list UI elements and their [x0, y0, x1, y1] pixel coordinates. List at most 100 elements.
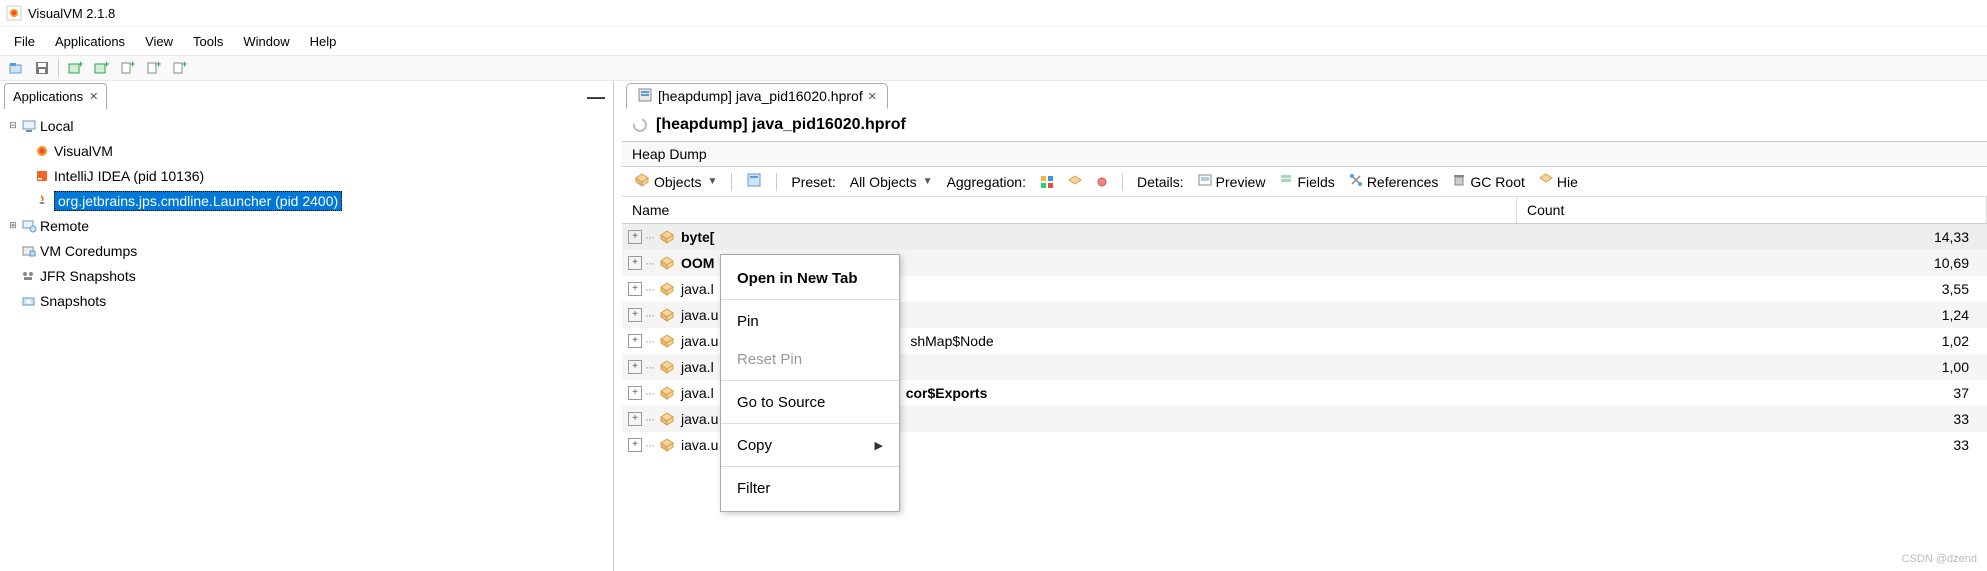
tab-heapdump[interactable]: [heapdump] java_pid16020.hprof ✕ [626, 83, 888, 109]
references-button[interactable]: References [1345, 171, 1443, 192]
expand-icon[interactable]: + [628, 230, 642, 244]
tree-remote[interactable]: ⊞ Remote [2, 213, 611, 238]
collapse-icon[interactable]: ⊟ [6, 119, 20, 133]
tree-visualvm[interactable]: VisualVM [2, 138, 611, 163]
snapshots-icon [20, 293, 38, 309]
aggregation-label: Aggregation: [943, 172, 1030, 192]
gc-root-button[interactable]: GC Root [1448, 171, 1528, 192]
class-view-button[interactable] [742, 170, 766, 193]
applications-tree[interactable]: ⊟ Local VisualVM IntelliJ IDEA (pid 1013… [0, 109, 613, 571]
column-count[interactable]: Count [1517, 197, 1987, 223]
minimize-icon[interactable]: — [587, 87, 605, 108]
menu-tools[interactable]: Tools [185, 31, 231, 52]
tab-applications[interactable]: Applications ✕ [4, 83, 107, 109]
menubar: File Applications View Tools Window Help [0, 27, 1987, 55]
tree-jfr[interactable]: JFR Snapshots [2, 263, 611, 288]
preview-icon [1198, 173, 1212, 190]
svg-text:+: + [130, 60, 135, 69]
menu-file[interactable]: File [6, 31, 43, 52]
menu-help[interactable]: Help [302, 31, 345, 52]
preset-dropdown[interactable]: All Objects▼ [846, 172, 937, 192]
add-app-icon[interactable]: + [63, 57, 87, 79]
class-box-icon [659, 255, 675, 271]
class-name: byte[ [681, 229, 714, 245]
column-name[interactable]: Name [622, 197, 1517, 223]
section-heap-dump: Heap Dump [622, 141, 1987, 167]
class-name: java.u [681, 333, 718, 349]
tab-label: [heapdump] java_pid16020.hprof [658, 88, 863, 104]
svg-text:+: + [104, 60, 109, 69]
count-value: 33 [1517, 437, 1987, 453]
separator [721, 299, 899, 300]
document-header: [heapdump] java_pid16020.hprof [622, 109, 1987, 141]
hierarchy-button[interactable]: Hie [1535, 171, 1582, 192]
fields-button[interactable]: Fields [1275, 171, 1338, 192]
expand-icon[interactable]: + [628, 438, 642, 452]
preset-label: Preset: [787, 172, 839, 192]
fields-icon [1279, 173, 1293, 190]
table-row[interactable]: +···byte[14,33 [622, 224, 1987, 250]
expand-icon[interactable]: + [628, 308, 642, 322]
add-plus-icon[interactable]: + [167, 57, 191, 79]
expand-icon[interactable]: + [628, 386, 642, 400]
class-box-icon [659, 281, 675, 297]
expand-icon[interactable]: + [628, 360, 642, 374]
expand-icon[interactable]: + [628, 282, 642, 296]
class-name: java.l [681, 359, 714, 375]
grid-header: Name Count [622, 197, 1987, 224]
svg-text:+: + [182, 60, 187, 69]
java-icon [34, 193, 52, 209]
expand-icon[interactable]: ⊞ [6, 219, 20, 233]
class-box-icon [659, 359, 675, 375]
expand-icon[interactable]: + [628, 256, 642, 270]
aggregation-box-button[interactable] [1064, 173, 1086, 191]
save-icon[interactable] [30, 57, 54, 79]
visualvm-icon [34, 143, 52, 159]
svg-text:+: + [78, 60, 83, 69]
expand-icon[interactable]: + [628, 412, 642, 426]
cm-go-to-source[interactable]: Go to Source [721, 383, 899, 421]
class-box-icon [659, 385, 675, 401]
menu-view[interactable]: View [137, 31, 181, 52]
tree-coredumps[interactable]: VM Coredumps [2, 238, 611, 263]
separator [58, 59, 59, 77]
count-value: 37 [1517, 385, 1987, 401]
expand-icon[interactable]: + [628, 334, 642, 348]
count-value: 10,69 [1517, 255, 1987, 271]
jfr-icon [20, 268, 38, 284]
count-value: 1,02 [1517, 333, 1987, 349]
svg-text:+: + [156, 60, 161, 69]
main-toolbar: + + + + + [0, 55, 1987, 81]
separator [721, 380, 899, 381]
add-jmx-icon[interactable]: + [89, 57, 113, 79]
watermark: CSDN @dzend [1902, 553, 1977, 565]
menu-applications[interactable]: Applications [47, 31, 133, 52]
remote-icon [20, 218, 38, 234]
tree-snapshots[interactable]: Snapshots [2, 288, 611, 313]
cm-copy[interactable]: Copy ▶ [721, 426, 899, 464]
close-icon[interactable]: ✕ [868, 90, 877, 103]
aggregation-dot-button[interactable] [1092, 174, 1112, 190]
count-value: 1,24 [1517, 307, 1987, 323]
tree-intellij[interactable]: IntelliJ IDEA (pid 10136) [2, 163, 611, 188]
tree-local[interactable]: ⊟ Local [2, 113, 611, 138]
hierarchy-icon [1539, 173, 1553, 190]
class-box-icon [659, 307, 675, 323]
class-name: iava.u [681, 437, 718, 453]
preview-button[interactable]: Preview [1194, 171, 1270, 192]
cm-pin[interactable]: Pin [721, 302, 899, 340]
close-icon[interactable]: ✕ [89, 90, 98, 103]
open-icon[interactable] [4, 57, 28, 79]
aggregation-grid-button[interactable] [1036, 173, 1058, 191]
tree-launcher[interactable]: org.jetbrains.jps.cmdline.Launcher (pid … [2, 188, 611, 213]
cm-filter[interactable]: Filter [721, 469, 899, 507]
objects-dropdown[interactable]: Objects▼ [630, 170, 721, 193]
class-box-icon [659, 229, 675, 245]
cm-open-new-tab[interactable]: Open in New Tab [721, 259, 899, 297]
add-snapshot-icon[interactable]: + [141, 57, 165, 79]
class-box-icon [659, 437, 675, 453]
menu-window[interactable]: Window [235, 31, 297, 52]
separator [776, 173, 777, 191]
add-dump-icon[interactable]: + [115, 57, 139, 79]
separator [721, 423, 899, 424]
